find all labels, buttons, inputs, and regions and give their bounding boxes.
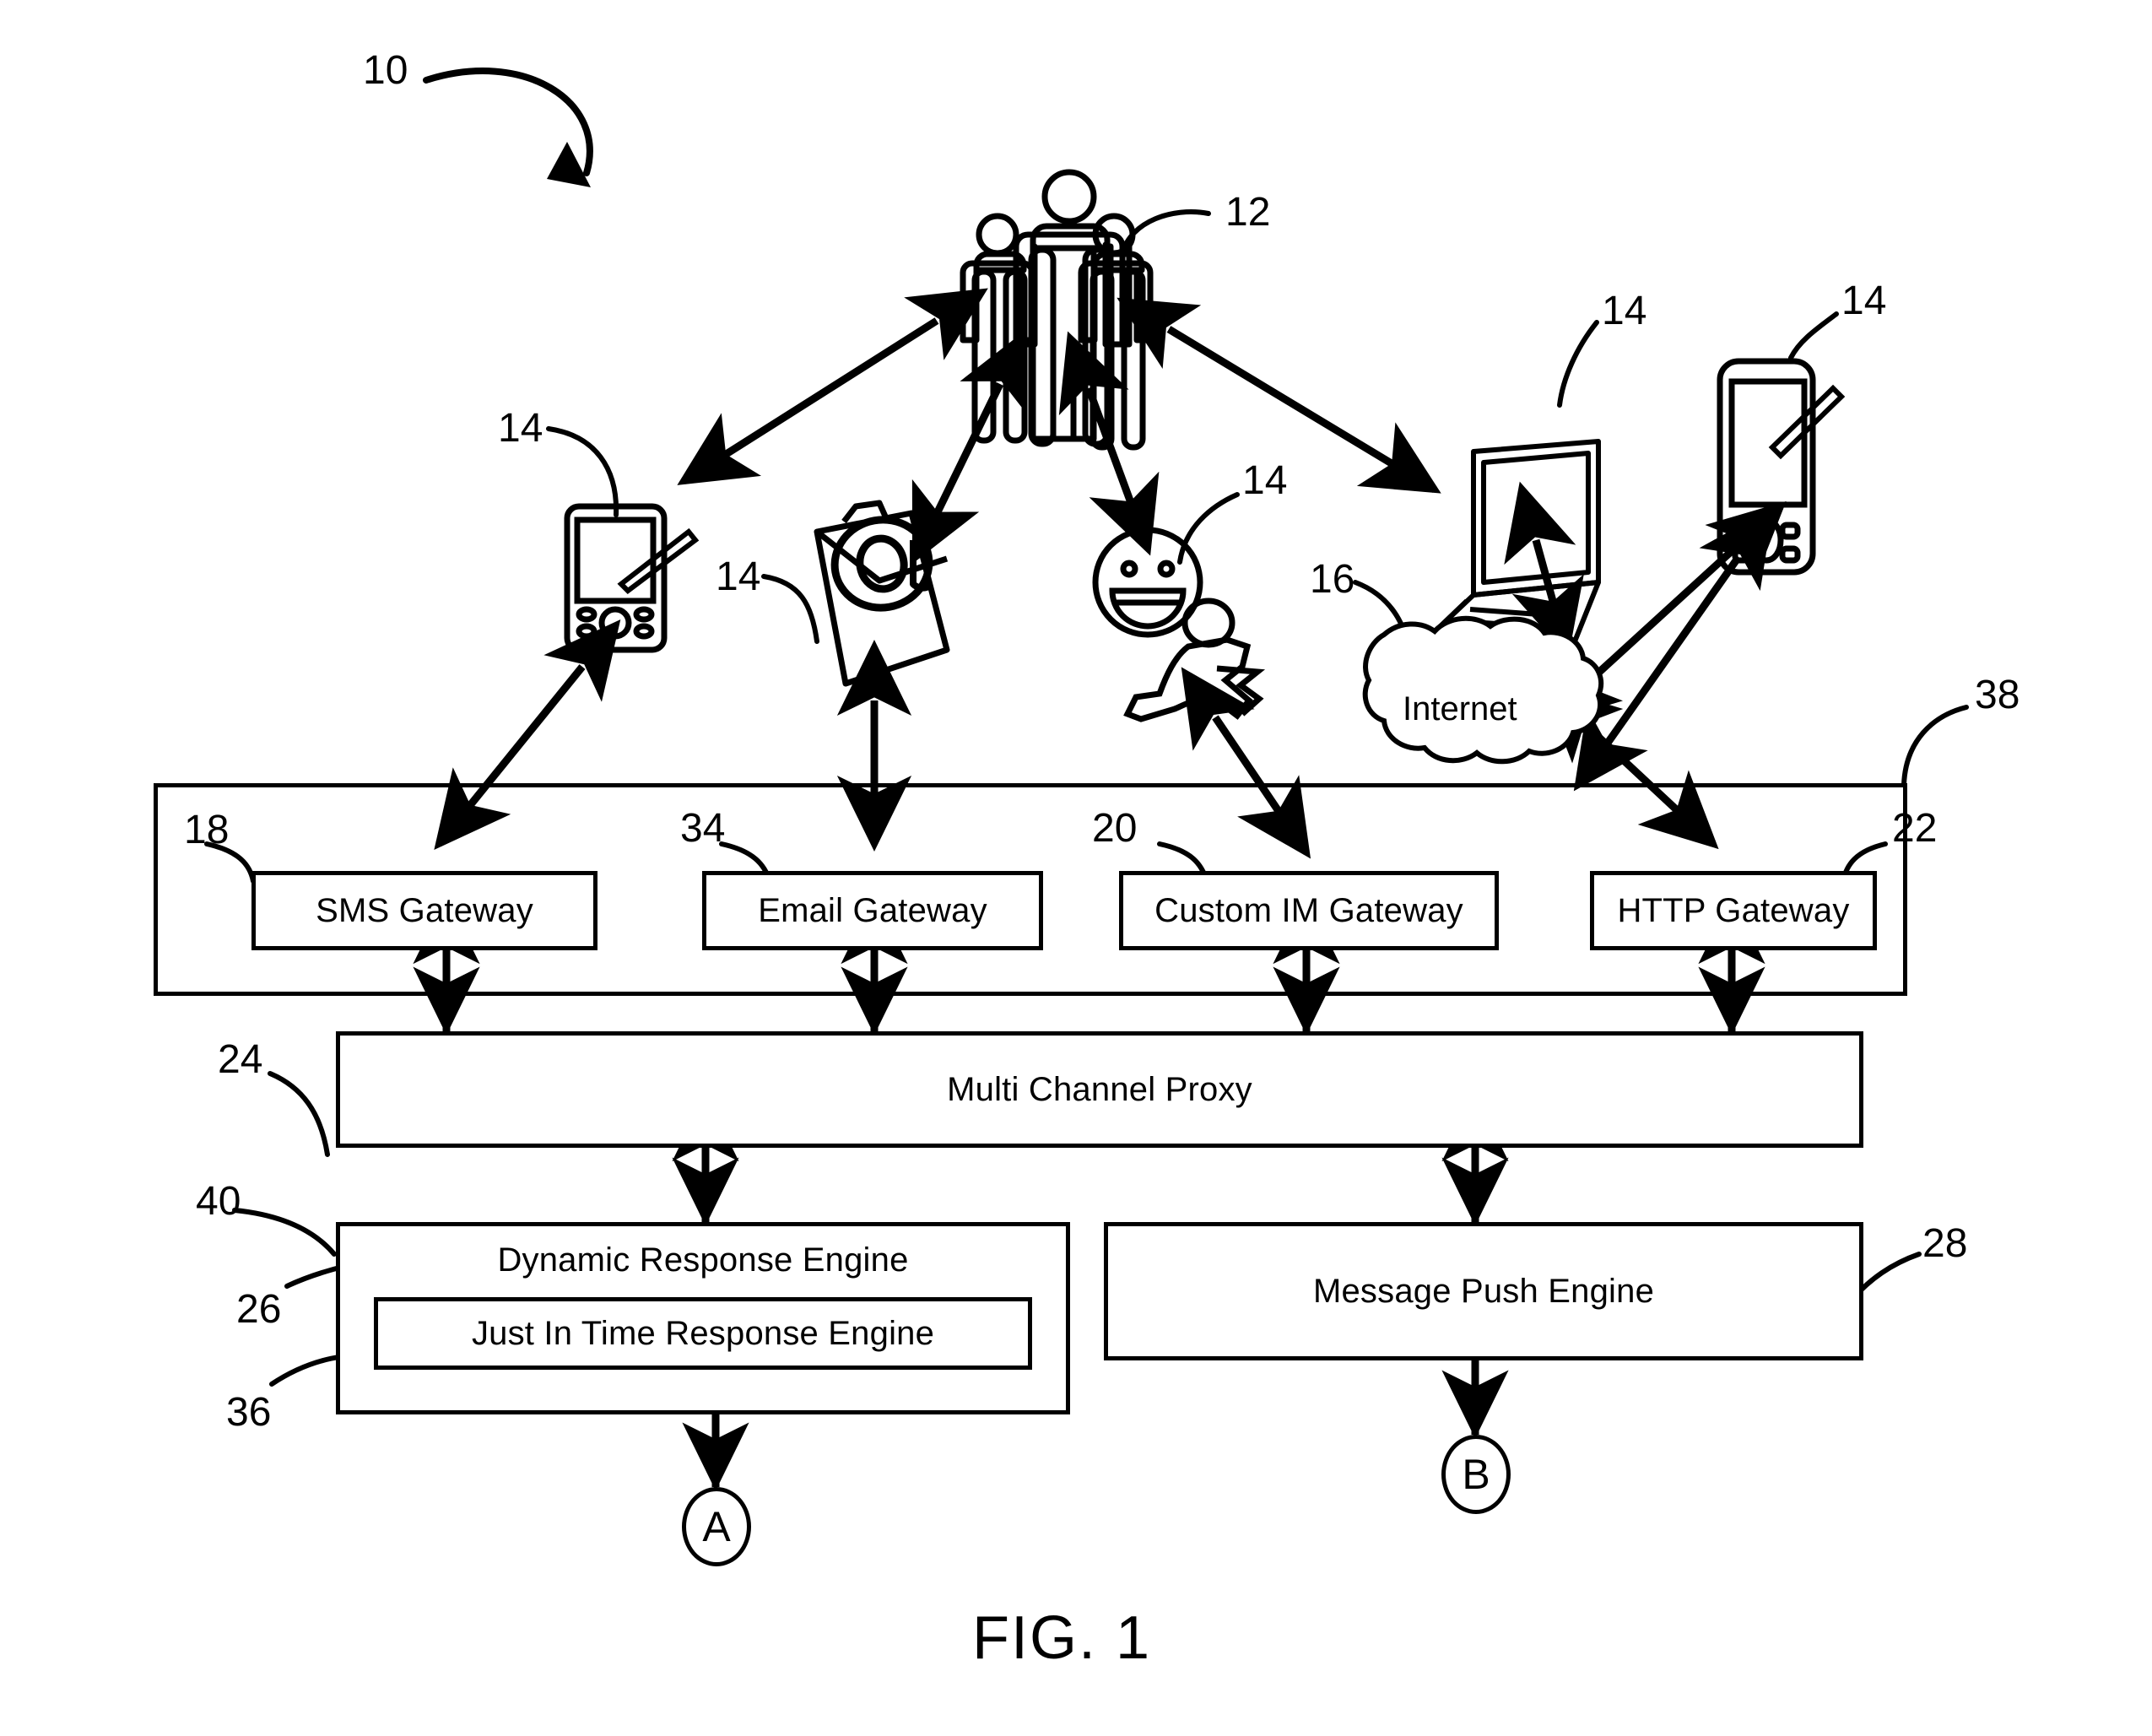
leader-24: [268, 1071, 330, 1157]
arrow-internet-to-pda-right: [1541, 500, 1787, 725]
ref-14-im: 14: [1242, 458, 1288, 503]
arrow-pda-right-to-http-gateway: [1573, 507, 1774, 792]
message-push-engine-box[interactable]: Message Push Engine: [1104, 1222, 1863, 1360]
leader-38: [1901, 705, 1969, 787]
ref-40: 40: [196, 1179, 241, 1224]
custom-im-gateway-box[interactable]: Custom IM Gateway: [1119, 871, 1499, 950]
ref-38: 38: [1975, 673, 2020, 717]
connector-b-label: B: [1462, 1451, 1490, 1498]
sms-gateway-box[interactable]: SMS Gateway: [251, 871, 597, 950]
ref-14-laptop: 14: [1602, 289, 1647, 333]
ref-14-email: 14: [716, 554, 761, 599]
email-gateway-box[interactable]: Email Gateway: [702, 871, 1043, 950]
leader-14-pda-left: [546, 426, 619, 517]
http-gateway-label: HTTP Gateway: [1617, 891, 1850, 929]
people-group-icon: [960, 169, 1154, 451]
dynamic-response-engine-label: Dynamic Response Engine: [497, 1241, 909, 1279]
arrow-users-to-im: [1058, 331, 1160, 556]
laptop-icon: [1424, 439, 1601, 673]
connector-b[interactable]: B: [1441, 1435, 1511, 1514]
http-gateway-box[interactable]: HTTP Gateway: [1590, 871, 1877, 950]
just-in-time-response-engine-label: Just In Time Response Engine: [471, 1314, 935, 1352]
arrow-users-to-email: [911, 329, 1027, 565]
pda-stylus-icon-left: [564, 503, 700, 653]
connector-a[interactable]: A: [682, 1487, 751, 1566]
ref-36: 36: [226, 1390, 272, 1435]
ref-28: 28: [1922, 1221, 1968, 1266]
ref-14-pda-right: 14: [1841, 279, 1887, 323]
smiley-running-man-icon: [1092, 527, 1266, 722]
ref-16: 16: [1310, 557, 1355, 602]
sms-gateway-label: SMS Gateway: [316, 891, 533, 929]
ref-26: 26: [236, 1287, 282, 1332]
ref-12: 12: [1225, 190, 1271, 235]
leader-14-pda-right: [1788, 311, 1839, 360]
pda-stylus-icon-right: [1717, 358, 1846, 576]
leader-12: [1120, 209, 1211, 256]
arrow-users-to-pda-left: [677, 288, 988, 485]
leader-16-cloud: [1353, 580, 1410, 651]
patent-figure-1: 10 12 14 14 14 14 14 16 38 18 34 20 22 2…: [0, 0, 2152, 1736]
multi-channel-proxy-box[interactable]: Multi Channel Proxy: [336, 1031, 1863, 1148]
leader-14-email: [761, 574, 819, 644]
arrow-users-to-laptop: [1117, 297, 1441, 494]
email-gateway-label: Email Gateway: [758, 891, 987, 929]
ref-10: 10: [363, 48, 408, 93]
multi-channel-proxy-label: Multi Channel Proxy: [947, 1070, 1252, 1108]
just-in-time-response-engine-box[interactable]: Just In Time Response Engine: [374, 1297, 1032, 1370]
dynamic-response-engine-box[interactable]: Dynamic Response Engine Just In Time Res…: [336, 1222, 1070, 1414]
message-push-engine-label: Message Push Engine: [1312, 1272, 1655, 1310]
custom-im-gateway-label: Custom IM Gateway: [1154, 891, 1463, 929]
leader-14-laptop: [1557, 320, 1599, 408]
arrow-laptop-to-internet: [1504, 481, 1584, 657]
ref-14-pda-left: 14: [498, 406, 543, 451]
ref-24: 24: [218, 1037, 263, 1082]
connector-a-label: A: [702, 1503, 731, 1550]
leader-14-im: [1177, 492, 1240, 565]
email-envelope-at-icon: [814, 500, 950, 687]
leader-40: [232, 1208, 337, 1257]
internet-cloud-label: Internet: [1403, 690, 1517, 727]
figure-caption: FIG. 1: [972, 1604, 1152, 1672]
system-leader-arrow: [423, 68, 593, 187]
